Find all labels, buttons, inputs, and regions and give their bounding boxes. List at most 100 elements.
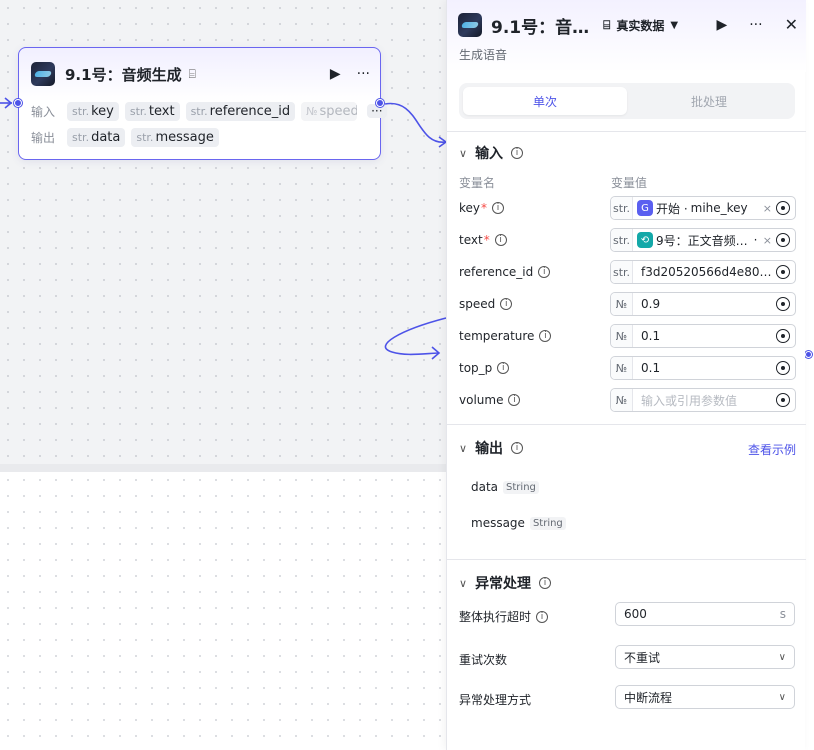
node-config-panel: 9.1号：音… ⌸ 真实数据 ▼ ▶ ··· ✕ 生成语音 单次 批处理 ∨ 输… bbox=[446, 0, 806, 750]
type-tag[interactable]: № bbox=[611, 357, 633, 379]
tab-batch[interactable]: 批处理 bbox=[627, 87, 791, 115]
ref-chip[interactable]: ⟲ 9号：正文音频… · bbox=[633, 232, 763, 249]
type-tag[interactable]: str. bbox=[611, 261, 633, 283]
info-icon[interactable]: i bbox=[539, 577, 552, 589]
variable-select-icon[interactable] bbox=[776, 265, 790, 279]
output-name: message bbox=[471, 516, 525, 530]
edge-out bbox=[384, 102, 447, 143]
param-row-reference-id: reference_id i str. f3d20520566d4e80a… bbox=[459, 260, 799, 286]
param-field-text[interactable]: str. ⟲ 9号：正文音频… · × bbox=[610, 228, 796, 252]
input-tag-key: str. key bbox=[67, 101, 119, 121]
info-icon[interactable]: i bbox=[508, 394, 521, 406]
error-mode-label: 异常处理方式 bbox=[459, 693, 532, 707]
output-name: data bbox=[471, 480, 499, 494]
type-tag[interactable]: № bbox=[611, 389, 633, 411]
node-more-icon[interactable]: ··· bbox=[357, 67, 370, 81]
param-value[interactable]: 0.1 bbox=[633, 361, 776, 375]
output-section-header: ∨ 输出 i bbox=[459, 438, 524, 458]
type-tag[interactable]: № bbox=[611, 293, 633, 315]
view-example-link[interactable]: 查看示例 bbox=[748, 441, 796, 458]
output-item-data: data String bbox=[471, 480, 539, 494]
error-mode-select[interactable]: 中断流程 ∨ bbox=[615, 685, 795, 709]
type-tag[interactable]: № bbox=[611, 325, 633, 347]
param-value[interactable]: 0.9 bbox=[633, 297, 776, 311]
hidden-node-port[interactable] bbox=[805, 351, 812, 358]
run-mode-label: 真实数据 bbox=[616, 18, 665, 33]
info-icon[interactable]: i bbox=[494, 234, 507, 246]
info-icon[interactable]: i bbox=[539, 330, 552, 342]
type-tag[interactable]: str. bbox=[611, 229, 633, 251]
node-outputs-row: 输出 str. data str. message bbox=[31, 126, 219, 148]
edge-loop bbox=[384, 317, 447, 356]
ref-source: 开始 · bbox=[656, 201, 688, 216]
run-node-icon[interactable]: ▶ bbox=[330, 67, 341, 81]
collapse-chevron-icon[interactable]: ∨ bbox=[459, 442, 467, 455]
info-icon[interactable]: i bbox=[497, 362, 510, 374]
node-input-port[interactable] bbox=[14, 99, 22, 107]
output-section-title: 输出 bbox=[475, 441, 504, 457]
timeout-label: 整体执行超时 bbox=[459, 610, 532, 624]
variable-select-icon[interactable] bbox=[776, 361, 790, 375]
param-name: temperature bbox=[459, 329, 535, 343]
param-field-top-p[interactable]: № 0.1 bbox=[610, 356, 796, 380]
param-row-temperature: temperature i № 0.1 bbox=[459, 324, 799, 350]
param-field-temperature[interactable]: № 0.1 bbox=[610, 324, 796, 348]
retry-label: 重试次数 bbox=[459, 653, 508, 667]
info-icon[interactable]: i bbox=[511, 147, 524, 159]
scrollbar[interactable] bbox=[805, 0, 814, 750]
clear-ref-icon[interactable]: × bbox=[763, 234, 772, 247]
param-name: volume bbox=[459, 393, 504, 407]
param-field-reference-id[interactable]: str. f3d20520566d4e80a… bbox=[610, 260, 796, 284]
output-tag-message: str. message bbox=[131, 127, 219, 147]
param-name: reference_id bbox=[459, 265, 534, 279]
param-field-key[interactable]: str. G 开始 · mihe_key × bbox=[610, 196, 796, 220]
note-icon[interactable]: ⌸ bbox=[189, 67, 196, 82]
clear-ref-icon[interactable]: × bbox=[763, 202, 772, 215]
run-mode-tabs: 单次 批处理 bbox=[459, 83, 795, 119]
tab-single[interactable]: 单次 bbox=[463, 87, 627, 115]
timeout-input[interactable]: 600 s bbox=[615, 602, 795, 626]
info-icon[interactable]: i bbox=[500, 298, 513, 310]
node-title: 9.1号：音频生成 bbox=[65, 65, 182, 84]
ref-chip[interactable]: G 开始 · mihe_key bbox=[633, 200, 763, 217]
info-icon[interactable]: i bbox=[536, 610, 549, 623]
output-tag-data: str. data bbox=[67, 127, 126, 147]
param-row-top-p: top_p i № 0.1 bbox=[459, 356, 799, 382]
variable-select-icon[interactable] bbox=[776, 297, 790, 311]
column-header-name: 变量名 bbox=[459, 176, 496, 190]
retry-row: 重试次数 不重试 ∨ bbox=[459, 645, 799, 671]
required-mark: * bbox=[481, 201, 488, 215]
retry-select[interactable]: 不重试 ∨ bbox=[615, 645, 795, 669]
info-icon[interactable]: i bbox=[492, 202, 505, 214]
param-field-speed[interactable]: № 0.9 bbox=[610, 292, 796, 316]
collapse-chevron-icon[interactable]: ∨ bbox=[459, 577, 467, 590]
input-tag-reference-id: str. reference_id bbox=[185, 101, 296, 121]
ref-variable: · bbox=[753, 233, 758, 247]
retry-value: 不重试 bbox=[624, 650, 661, 665]
variable-select-icon[interactable] bbox=[776, 329, 790, 343]
param-placeholder[interactable]: 输入或引用参数值 bbox=[633, 392, 776, 409]
param-row-speed: speed i № 0.9 bbox=[459, 292, 799, 318]
more-icon[interactable]: ··· bbox=[749, 18, 762, 32]
input-section-title: 输入 bbox=[475, 146, 504, 162]
node-output-port[interactable] bbox=[376, 99, 384, 107]
collapse-chevron-icon[interactable]: ∨ bbox=[459, 147, 467, 160]
type-tag[interactable]: str. bbox=[611, 197, 633, 219]
param-value[interactable]: f3d20520566d4e80a… bbox=[633, 265, 776, 279]
param-row-volume: volume i № 输入或引用参数值 bbox=[459, 388, 799, 414]
chevron-down-icon: ∨ bbox=[778, 651, 786, 663]
run-mode-select[interactable]: ⌸ 真实数据 ▼ bbox=[603, 17, 678, 34]
error-mode-row: 异常处理方式 中断流程 ∨ bbox=[459, 685, 799, 711]
run-icon[interactable]: ▶ bbox=[716, 18, 727, 32]
param-value[interactable]: 0.1 bbox=[633, 329, 776, 343]
close-icon[interactable]: ✕ bbox=[785, 17, 798, 33]
inputs-label: 输入 bbox=[31, 104, 56, 119]
panel-title[interactable]: 9.1号：音… bbox=[491, 13, 589, 38]
variable-select-icon[interactable] bbox=[776, 201, 790, 215]
param-field-volume[interactable]: № 输入或引用参数值 bbox=[610, 388, 796, 412]
info-icon[interactable]: i bbox=[511, 442, 524, 454]
variable-select-icon[interactable] bbox=[776, 393, 790, 407]
variable-select-icon[interactable] bbox=[776, 233, 790, 247]
info-icon[interactable]: i bbox=[538, 266, 551, 278]
workflow-node-audio-gen[interactable]: 9.1号：音频生成 ⌸ ▶ ··· 输入 str. key str. text st… bbox=[18, 47, 387, 160]
